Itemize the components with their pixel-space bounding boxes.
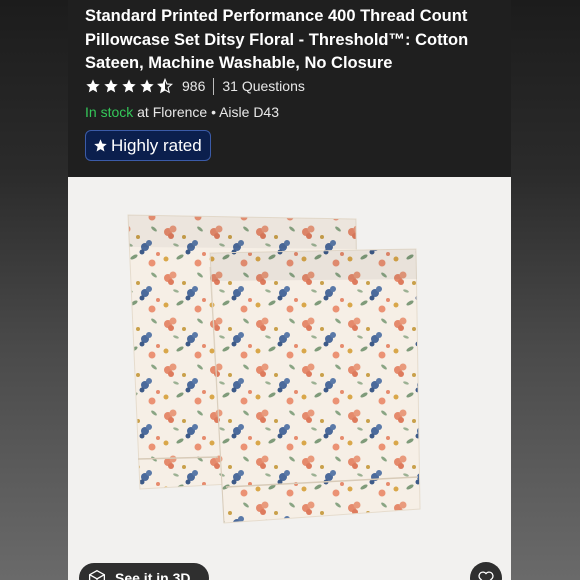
star-icon: [86, 79, 100, 93]
star-half-icon: [157, 78, 173, 94]
store-location[interactable]: at Florence • Aisle D43: [137, 104, 279, 120]
stock-status: In stock at Florence • Aisle D43: [85, 104, 279, 120]
see-in-3d-label: See it in 3D: [115, 570, 191, 580]
star-icon: [122, 79, 136, 93]
star-rating: [85, 78, 173, 94]
product-image[interactable]: See it in 3D: [68, 177, 511, 580]
questions-link[interactable]: 31 Questions: [222, 78, 305, 94]
rating-divider: [213, 77, 215, 95]
in-stock-label: In stock: [85, 104, 134, 120]
3d-cube-icon: [88, 569, 106, 580]
product-card: Standard Printed Performance 400 Thread …: [68, 0, 511, 580]
star-icon: [94, 139, 107, 152]
star-icon: [104, 79, 118, 93]
left-backdrop: [0, 0, 68, 580]
product-header: Standard Printed Performance 400 Thread …: [68, 0, 511, 177]
product-title: Standard Printed Performance 400 Thread …: [85, 7, 469, 72]
heart-icon: [478, 571, 494, 580]
see-in-3d-button[interactable]: See it in 3D: [79, 563, 209, 580]
star-icon: [140, 79, 154, 93]
pillowcase-illustration: [127, 214, 421, 524]
badge-label: Highly rated: [111, 135, 202, 155]
right-backdrop: [511, 0, 580, 580]
rating-row[interactable]: 986 31 Questions: [85, 76, 305, 96]
review-count[interactable]: 986: [182, 78, 205, 94]
highly-rated-badge: Highly rated: [85, 130, 211, 161]
